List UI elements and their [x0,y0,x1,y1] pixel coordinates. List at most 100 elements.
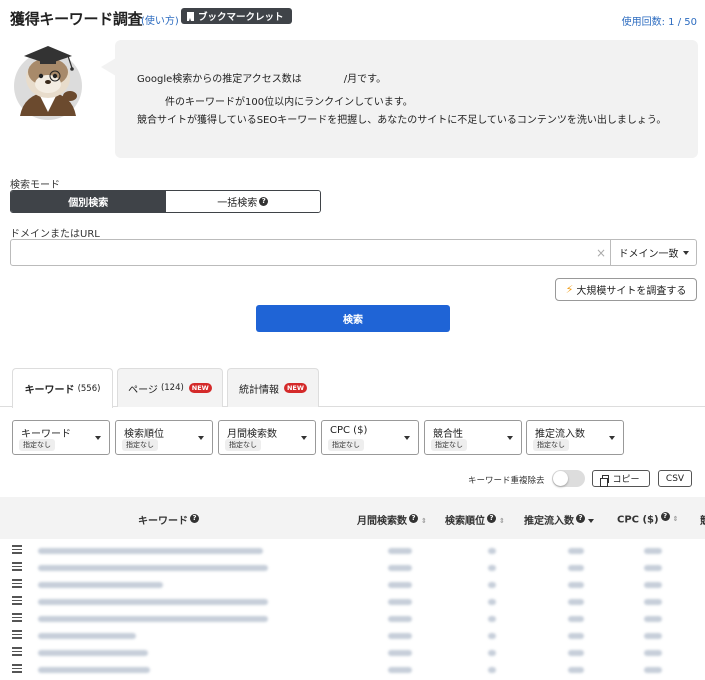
drag-handle-icon[interactable] [12,545,22,554]
summary-line-description: 競合サイトが獲得しているSEOキーワードを把握し、あなたのサイトに不足しているコ… [137,115,667,126]
redacted-cell [38,650,148,656]
drag-handle-icon[interactable] [12,647,22,656]
redacted-cell [568,599,584,605]
chevron-down-icon [507,436,513,440]
col-keyword[interactable]: キーワード? [138,512,199,527]
redacted-cell [644,548,662,554]
sort-icon: ⇕ [672,515,679,524]
table-row[interactable] [0,576,705,593]
redacted-cell [38,633,136,639]
redacted-cell [644,633,662,639]
table-row[interactable] [0,661,705,678]
table-row[interactable] [0,593,705,610]
drag-handle-icon[interactable] [12,596,22,605]
match-type-value: ドメイン一致 [618,249,679,260]
summary-line-keywords: 件のキーワードが100位以内にランクインしています。 [165,97,413,108]
redacted-cell [488,667,496,673]
bookmark-icon [187,11,194,21]
tab-count: (124) [160,383,184,393]
col-estimated-traffic[interactable]: 推定流入数? [524,512,594,527]
redacted-cell [488,582,496,588]
dedup-label: キーワード重複除去 [468,476,545,486]
url-input[interactable] [11,240,592,265]
chevron-down-icon [404,436,410,440]
clear-icon[interactable]: × [592,240,610,265]
table-row[interactable] [0,542,705,559]
filter-value: 指定なし [19,439,55,451]
redacted-cell [568,548,584,554]
drag-handle-icon[interactable] [12,630,22,639]
filter-keyword[interactable]: キーワード 指定なし [12,420,110,455]
help-icon[interactable]: ? [190,513,199,523]
table-row[interactable] [0,559,705,576]
filter-value: 指定なし [431,439,467,451]
drag-handle-icon[interactable] [12,579,22,588]
new-badge: NEW [283,383,308,393]
drag-handle-icon[interactable] [12,613,22,622]
redacted-cell [388,650,412,656]
filter-value: 指定なし [225,439,261,451]
page-title: 獲得キーワード調査 [10,10,143,28]
chevron-down-icon [301,436,307,440]
tab-pages[interactable]: ページ (124) NEW [117,368,223,407]
redacted-cell [488,565,496,571]
drag-handle-icon[interactable] [12,664,22,673]
match-type-select[interactable]: ドメイン一致 [610,240,696,265]
redacted-cell [488,650,496,656]
redacted-cell [488,616,496,622]
table-row[interactable] [0,644,705,661]
chevron-down-icon [198,436,204,440]
redacted-cell [388,633,412,639]
bookmarklet-button[interactable]: ブックマークレット [181,8,292,24]
filter-estimated-traffic[interactable]: 推定流入数 指定なし [526,420,624,455]
domain-label: ドメインまたはURL [10,229,100,240]
redacted-cell [388,582,412,588]
csv-button[interactable]: CSV [658,470,692,487]
tab-label: 統計情報 [238,384,279,396]
page-header: 獲得キーワード調査 (使い方) ブックマークレット 使用回数: 1 / 50 [10,8,697,28]
redacted-cell [644,599,662,605]
filter-name: 月間検索数 [227,429,277,440]
tab-keywords[interactable]: キーワード (556) [12,368,113,408]
col-rank[interactable]: 検索順位? ⇕ [445,512,505,527]
redacted-cell [644,565,662,571]
dedup-toggle[interactable] [552,470,585,487]
large-site-button[interactable]: ⚡ 大規模サイトを調査する [555,278,697,301]
filter-cpc[interactable]: CPC ($) 指定なし [321,420,419,455]
table-row[interactable] [0,627,705,644]
mode-bulk-button[interactable]: 一括検索? [165,191,320,212]
redacted-cell [38,667,150,673]
redacted-cell [644,650,662,656]
table-body [0,539,705,680]
filter-competition[interactable]: 競合性 指定なし [424,420,522,455]
help-icon[interactable]: ? [576,513,585,523]
help-icon[interactable]: ? [660,512,670,521]
sea-otter-mascot-icon [14,46,82,120]
sort-icon: ⇕ [421,517,427,525]
result-tabs: キーワード (556) ページ (124) NEW 統計情報 NEW [0,368,705,408]
help-icon[interactable]: ? [409,513,418,523]
chevron-down-icon [682,250,689,255]
redacted-cell [388,616,412,622]
redacted-cell [568,633,584,639]
redacted-cell [38,565,268,571]
redacted-cell [568,582,584,588]
col-cpc[interactable]: CPC ($)? ⇕ [617,512,678,525]
drag-handle-icon[interactable] [12,562,22,571]
mode-individual-button[interactable]: 個別検索 [11,191,166,212]
search-button[interactable]: 検索 [256,305,450,332]
redacted-cell [568,565,584,571]
help-icon[interactable]: ? [487,513,496,523]
redacted-cell [38,616,268,622]
col-competition[interactable]: 競 [700,512,705,527]
table-row[interactable] [0,610,705,627]
help-icon[interactable]: ? [259,197,269,206]
col-monthly-volume[interactable]: 月間検索数? ⇕ [357,512,427,527]
filter-monthly-volume[interactable]: 月間検索数 指定なし [218,420,316,455]
copy-button[interactable]: コピー [592,470,650,487]
lightning-icon: ⚡ [565,283,574,296]
filter-rank[interactable]: 検索順位 指定なし [115,420,213,455]
how-to-link[interactable]: (使い方) [141,12,179,27]
tab-statistics[interactable]: 統計情報 NEW [227,368,319,407]
redacted-cell [38,548,263,554]
